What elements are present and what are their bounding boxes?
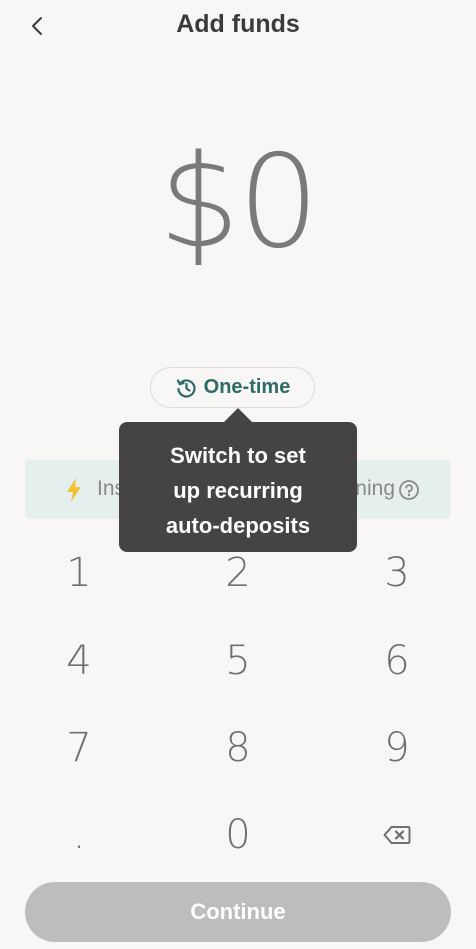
page-title: Add funds: [176, 10, 300, 38]
backspace-icon: [383, 826, 411, 844]
tooltip-line-2: up recurring: [173, 478, 303, 503]
key-2[interactable]: 2: [159, 530, 317, 616]
key-1[interactable]: 1: [0, 530, 158, 616]
frequency-label: One-time: [203, 376, 291, 398]
header: Add funds: [0, 0, 476, 56]
banner-text-end: ning: [355, 477, 395, 500]
key-0[interactable]: 0: [159, 792, 317, 878]
history-icon: [176, 378, 196, 398]
amount-display: $0: [158, 128, 320, 277]
key-8[interactable]: 8: [159, 705, 317, 791]
tooltip-line-1: Switch to set: [170, 443, 306, 468]
key-3[interactable]: 3: [318, 530, 476, 616]
key-decimal[interactable]: .: [0, 792, 158, 878]
question-circle-icon[interactable]: [398, 479, 420, 501]
key-5[interactable]: 5: [159, 618, 317, 704]
key-4[interactable]: 4: [0, 618, 158, 704]
frequency-toggle-button[interactable]: One-time: [150, 367, 315, 408]
tooltip-arrow: [224, 408, 252, 422]
numeric-keypad: 1 2 3 4 5 6 7 8 9 . 0: [0, 530, 476, 880]
continue-button[interactable]: Continue: [25, 882, 451, 942]
backspace-key[interactable]: [318, 792, 476, 878]
key-9[interactable]: 9: [318, 705, 476, 791]
key-7[interactable]: 7: [0, 705, 158, 791]
key-6[interactable]: 6: [318, 618, 476, 704]
lightning-bolt-icon: [67, 478, 81, 502]
